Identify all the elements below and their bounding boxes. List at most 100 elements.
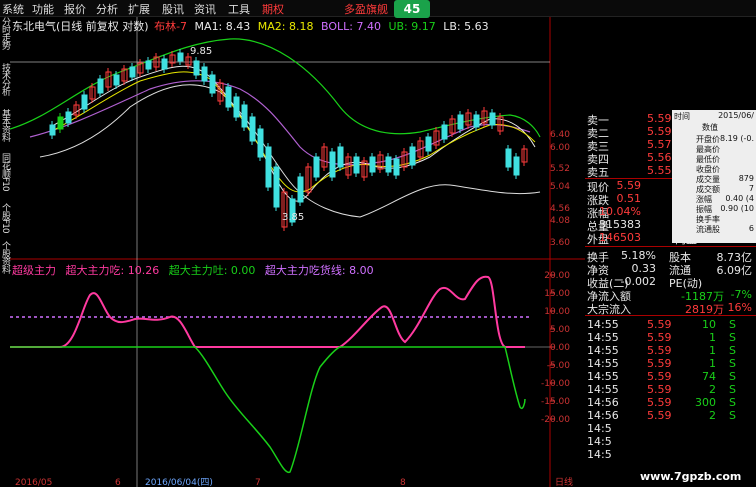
money-flow-row: 净流入额 -1187万 -7% — [585, 288, 756, 303]
tick-volume: 10 — [702, 318, 716, 331]
sub-indicator-name: 超级主力 — [12, 264, 56, 277]
tick-row: 14:55 5.59 1 S — [585, 331, 756, 344]
candle-body — [249, 116, 256, 142]
stat-value: 0.51 — [616, 192, 642, 205]
candle-body — [257, 128, 264, 158]
tick-price: 5.59 — [647, 318, 672, 331]
ma2-line — [49, 71, 536, 193]
flow-percent: 16% — [727, 301, 752, 314]
info-time-label: 时间 — [674, 112, 690, 121]
tick-volume: 74 — [702, 370, 716, 383]
menu-duoying[interactable]: 多盈旗舰 — [344, 1, 388, 17]
super-buy-value: 超大主力吃: 10.26 — [65, 264, 160, 277]
ma-line — [49, 65, 536, 202]
super-main-sell-line — [10, 346, 526, 474]
candle-body — [57, 116, 64, 130]
menu-system[interactable]: 系统 — [2, 1, 24, 17]
candle-body — [81, 94, 88, 110]
price-tick-label: 5.52 — [550, 164, 570, 174]
menu-bar: 系统 功能 报价 分析 扩展 股讯 资讯 工具 期权 多盈旗舰 — [0, 0, 756, 17]
tick-time: 14:56 — [587, 409, 619, 422]
side-tab-technical[interactable]: 技术分析 — [0, 63, 10, 103]
candle-body — [489, 112, 496, 126]
sub-tick-label: 5.00 — [550, 325, 570, 335]
side-tab-intraday[interactable]: 分时走势 — [0, 17, 10, 57]
super-main-buy-line — [10, 275, 525, 348]
candle-body — [505, 148, 512, 168]
info-time-value: 2015/06/ — [718, 111, 754, 120]
ask-price: 5.57 — [647, 138, 672, 151]
tick-row: 14:55 5.59 1 S — [585, 344, 756, 357]
tick-time: 14:55 — [587, 331, 619, 344]
candle-body — [177, 52, 184, 62]
tick-time: 14:56 — [587, 396, 619, 409]
candle-body — [441, 124, 448, 140]
tick-price: 5.59 — [647, 331, 672, 344]
candle-body — [161, 58, 168, 70]
menu-extend[interactable]: 扩展 — [128, 1, 150, 17]
candle-body — [193, 60, 200, 76]
accumulation-value: 超大主力吃货线: 8.00 — [264, 264, 374, 277]
date-axis: 2016/05 6 2016/06/04(四) 7 8 日线 — [15, 476, 573, 487]
info-row-value: 0.90 (10 — [720, 204, 754, 213]
fundamental-row: 收益(二) -0.002 PE(动) — [585, 275, 756, 290]
info-row-value: 7 — [748, 184, 754, 193]
candle-body — [353, 156, 360, 174]
max-price-label: 9.85 — [190, 46, 213, 57]
candle-body — [145, 60, 152, 70]
indicator-name[interactable]: 布林-7 — [154, 20, 187, 33]
notification-badge[interactable]: 45 — [394, 0, 430, 18]
tick-side: S — [729, 331, 736, 344]
info-row-value: 6 — [748, 224, 754, 233]
menu-quote[interactable]: 报价 — [64, 1, 86, 17]
tick-price: 5.59 — [647, 383, 672, 396]
side-tab-stock-info[interactable]: 个股资料 — [0, 241, 10, 277]
super-sell-value: 超大主力吐: 0.00 — [168, 264, 256, 277]
candle-body — [65, 111, 72, 124]
candle-body — [385, 156, 392, 173]
candle-body — [113, 74, 120, 86]
tick-row: 14:56 5.59 2 S — [585, 409, 756, 422]
fundamental-row: 净资 0.33 流通 6.09亿 — [585, 262, 756, 277]
tick-price: 5.59 — [647, 396, 672, 409]
main-legend: 东北电气(日线 前复权 对数) 布林-7 MA1: 8.43 MA2: 8.18… — [12, 18, 489, 34]
side-tab-stock-f10[interactable]: 个股F10 — [0, 203, 10, 237]
tick-time: 14:5 — [587, 448, 612, 461]
quote-separator — [585, 315, 756, 316]
candle-body — [201, 66, 208, 82]
date-axis-label: 2016/05 — [15, 478, 52, 487]
tick-time: 14:55 — [587, 344, 619, 357]
side-tab-f10[interactable]: 同花顺F10 — [0, 153, 10, 197]
side-tab-fundamental[interactable]: 基本资料 — [0, 109, 10, 149]
tick-volume: 2 — [709, 383, 716, 396]
stat-value: 5.59 — [616, 179, 642, 192]
menu-analysis[interactable]: 分析 — [96, 1, 118, 17]
stat-value: 10.04% — [599, 205, 641, 218]
kline-chart[interactable]: 6.40 6.00 5.52 5.04 4.56 4.08 3.60 20.00 15.00 1… — [10, 17, 585, 487]
tick-time: 14:55 — [587, 357, 619, 370]
tick-row: 14:55 5.59 10 S — [585, 318, 756, 331]
sub-tick-label: -20.00 — [541, 415, 570, 425]
menu-function[interactable]: 功能 — [32, 1, 54, 17]
tick-row: 14:55 5.59 1 S — [585, 357, 756, 370]
sub-tick-label: 15.00 — [544, 289, 570, 299]
tick-side: S — [729, 396, 736, 409]
tick-side: S — [729, 383, 736, 396]
tick-time: 14:5 — [587, 435, 612, 448]
tick-side: S — [729, 409, 736, 422]
tick-side: S — [729, 344, 736, 357]
tick-time: 14:55 — [587, 383, 619, 396]
tick-volume: 1 — [709, 344, 716, 357]
candle-body — [409, 146, 416, 166]
menu-tools[interactable]: 工具 — [228, 1, 250, 17]
menu-options[interactable]: 期权 — [262, 1, 284, 17]
fundamental-value: -0.002 — [620, 275, 656, 288]
menu-info[interactable]: 资讯 — [194, 1, 216, 17]
ask-price: 5.59 — [647, 112, 672, 125]
candle-body — [313, 156, 320, 178]
menu-stock-news[interactable]: 股讯 — [162, 1, 184, 17]
stock-title: 东北电气(日线 前复权 对数) — [12, 20, 149, 33]
sub-tick-label: 10.00 — [544, 307, 570, 317]
sub-tick-label: -5.00 — [547, 361, 571, 371]
tick-price: 5.59 — [647, 370, 672, 383]
